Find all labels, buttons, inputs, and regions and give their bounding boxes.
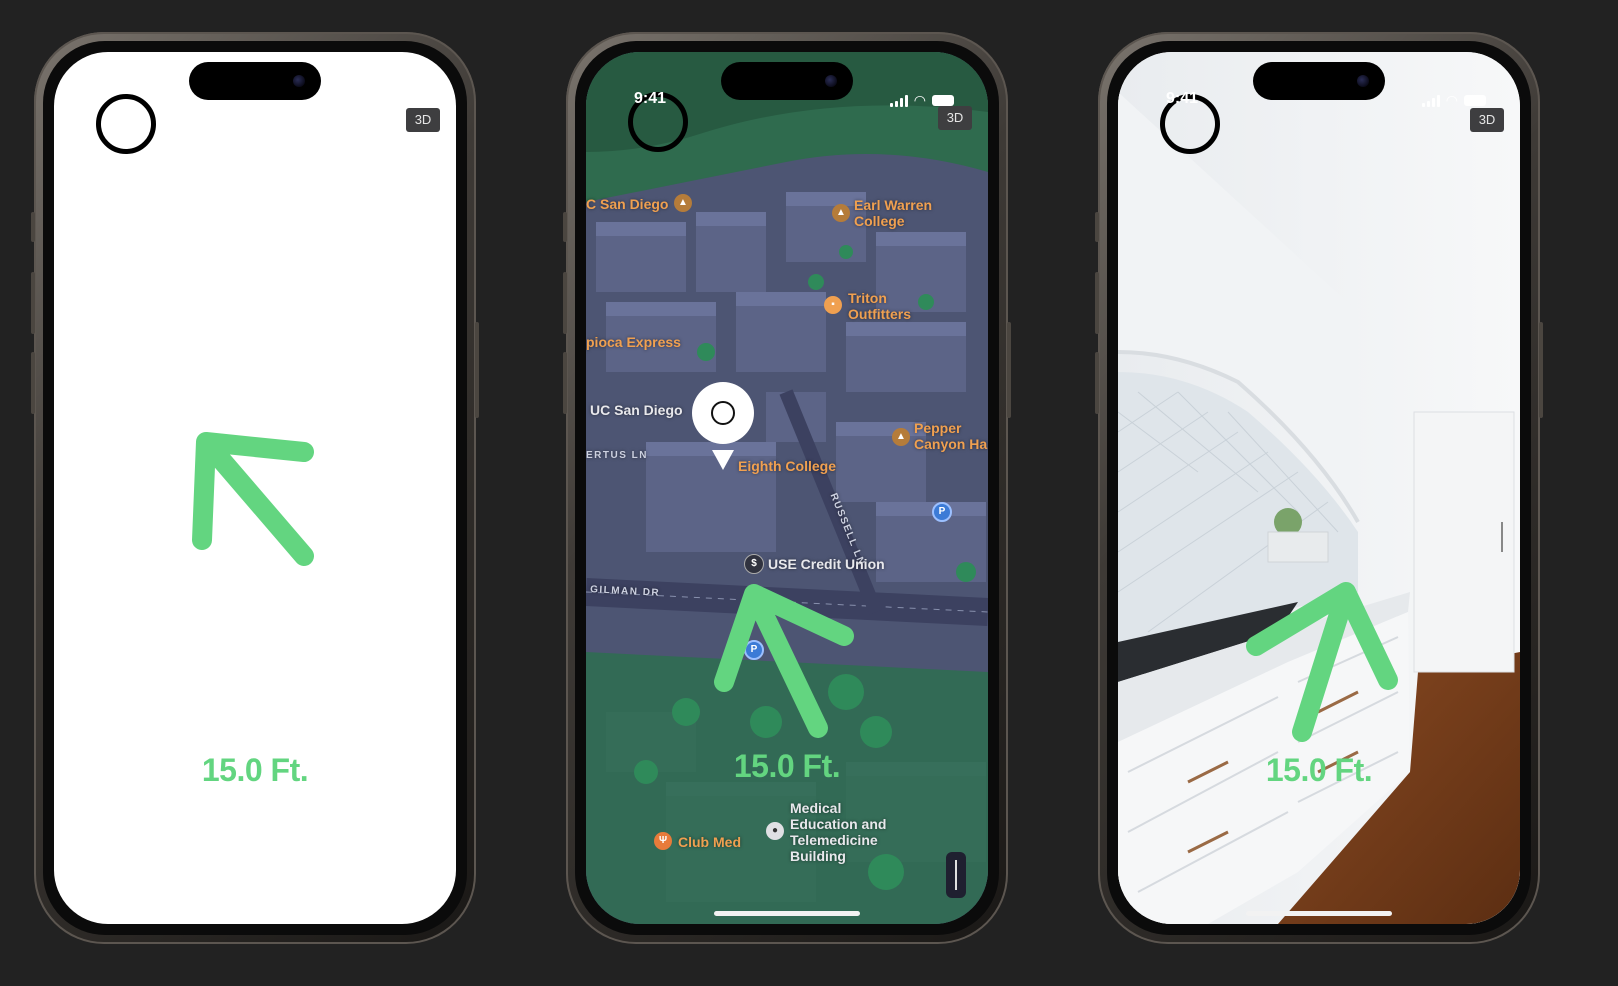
map-label-earl-warren[interactable]: Earl Warren College bbox=[854, 197, 932, 229]
screen-map: 9:41 ◠ 3D ▲ C San Diego ▲ Earl Warren Co… bbox=[586, 52, 988, 924]
map-label-earl-warren-line1: Earl Warren bbox=[854, 197, 933, 213]
map-label-medical-line4: Building bbox=[790, 848, 846, 864]
map-label-eighth-college[interactable]: Eighth College bbox=[738, 458, 836, 474]
phone-frame-map: 9:41 ◠ 3D ▲ C San Diego ▲ Earl Warren Co… bbox=[563, 32, 1011, 944]
map-label-club-med[interactable]: Club Med bbox=[678, 834, 741, 850]
parking-icon[interactable]: P bbox=[932, 502, 952, 522]
map-label-pepper-line1: Pepper bbox=[914, 420, 962, 436]
view-3d-button[interactable]: 3D bbox=[1470, 108, 1504, 132]
dynamic-island bbox=[189, 62, 321, 100]
dynamic-island bbox=[1253, 62, 1385, 100]
map-label-pepper-line2: Canyon Ha bbox=[914, 436, 988, 452]
distance-readout: 15.0 Ft. bbox=[1265, 752, 1373, 788]
app-stage: 3D 15.0 Ft. 9:41 ◠ 3D ▲ C San Diego ▲ Ea… bbox=[0, 0, 1618, 986]
distance-readout: 15.0 Ft. bbox=[733, 748, 841, 784]
view-3d-button[interactable]: 3D bbox=[938, 106, 972, 130]
phone-frame-camera: 9:41 ◠ 3D 15.0 Ft. bbox=[1095, 32, 1543, 944]
screen-blank: 3D 15.0 Ft. bbox=[54, 52, 456, 924]
status-time: 9:41 bbox=[634, 90, 667, 107]
building-icon: ● bbox=[766, 822, 784, 840]
map-label-earl-warren-line2: College bbox=[854, 213, 905, 229]
location-pointer-icon bbox=[712, 450, 734, 470]
cellular-signal-icon bbox=[1421, 94, 1440, 107]
shopping-bag-icon: ▪ bbox=[824, 296, 842, 314]
map-label-triton-outfitters[interactable]: Triton Outfitters bbox=[848, 290, 911, 322]
status-icons: ◠ bbox=[889, 92, 954, 109]
map-label-uc-san-diego-top[interactable]: C San Diego bbox=[586, 196, 668, 212]
map-label-medical-line1: Medical bbox=[790, 800, 842, 816]
map-label-pepper-canyon[interactable]: Pepper Canyon Ha bbox=[914, 420, 987, 452]
street-label-ertus: ERTUS LN bbox=[586, 450, 648, 461]
map-label-medical-education[interactable]: Medical Education and Telemedicine Build… bbox=[790, 800, 886, 864]
wifi-icon: ◠ bbox=[913, 92, 926, 108]
target-ring-icon[interactable] bbox=[96, 94, 156, 154]
scale-control[interactable] bbox=[946, 852, 966, 898]
bank-icon: $ bbox=[744, 554, 764, 574]
university-icon: ▲ bbox=[674, 194, 692, 212]
camera-view bbox=[1118, 52, 1520, 924]
university-icon: ▲ bbox=[832, 204, 850, 222]
status-time: 9:41 bbox=[1166, 90, 1199, 107]
campus-map[interactable] bbox=[586, 52, 988, 924]
distance-readout: 15.0 Ft. bbox=[201, 752, 309, 788]
status-icons: ◠ bbox=[1421, 92, 1486, 109]
university-icon: ▲ bbox=[892, 428, 910, 446]
cellular-signal-icon bbox=[889, 94, 908, 107]
map-label-triton-line2: Outfitters bbox=[848, 306, 911, 322]
battery-icon bbox=[932, 95, 954, 106]
view-3d-button[interactable]: 3D bbox=[406, 108, 440, 132]
direction-arrow-icon bbox=[714, 584, 854, 738]
dynamic-island bbox=[721, 62, 853, 100]
screen-camera: 9:41 ◠ 3D 15.0 Ft. bbox=[1118, 52, 1520, 924]
map-label-tapioca-express[interactable]: pioca Express bbox=[586, 334, 681, 350]
map-label-credit-union[interactable]: USE Credit Union bbox=[768, 556, 885, 572]
direction-arrow-icon bbox=[1246, 582, 1398, 742]
wifi-icon: ◠ bbox=[1445, 92, 1458, 108]
map-label-uc-san-diego-mid[interactable]: UC San Diego bbox=[590, 402, 683, 418]
restaurant-icon: Ψ bbox=[654, 832, 672, 850]
map-label-triton-line1: Triton bbox=[848, 290, 887, 306]
map-label-medical-line3: Telemedicine bbox=[790, 832, 878, 848]
location-pin-icon[interactable] bbox=[692, 382, 754, 444]
home-indicator[interactable] bbox=[1246, 911, 1392, 916]
home-indicator[interactable] bbox=[714, 911, 860, 916]
phone-frame-blank: 3D 15.0 Ft. bbox=[31, 32, 479, 944]
map-label-medical-line2: Education and bbox=[790, 816, 887, 832]
direction-arrow-icon bbox=[192, 432, 314, 566]
battery-icon bbox=[1464, 95, 1486, 106]
